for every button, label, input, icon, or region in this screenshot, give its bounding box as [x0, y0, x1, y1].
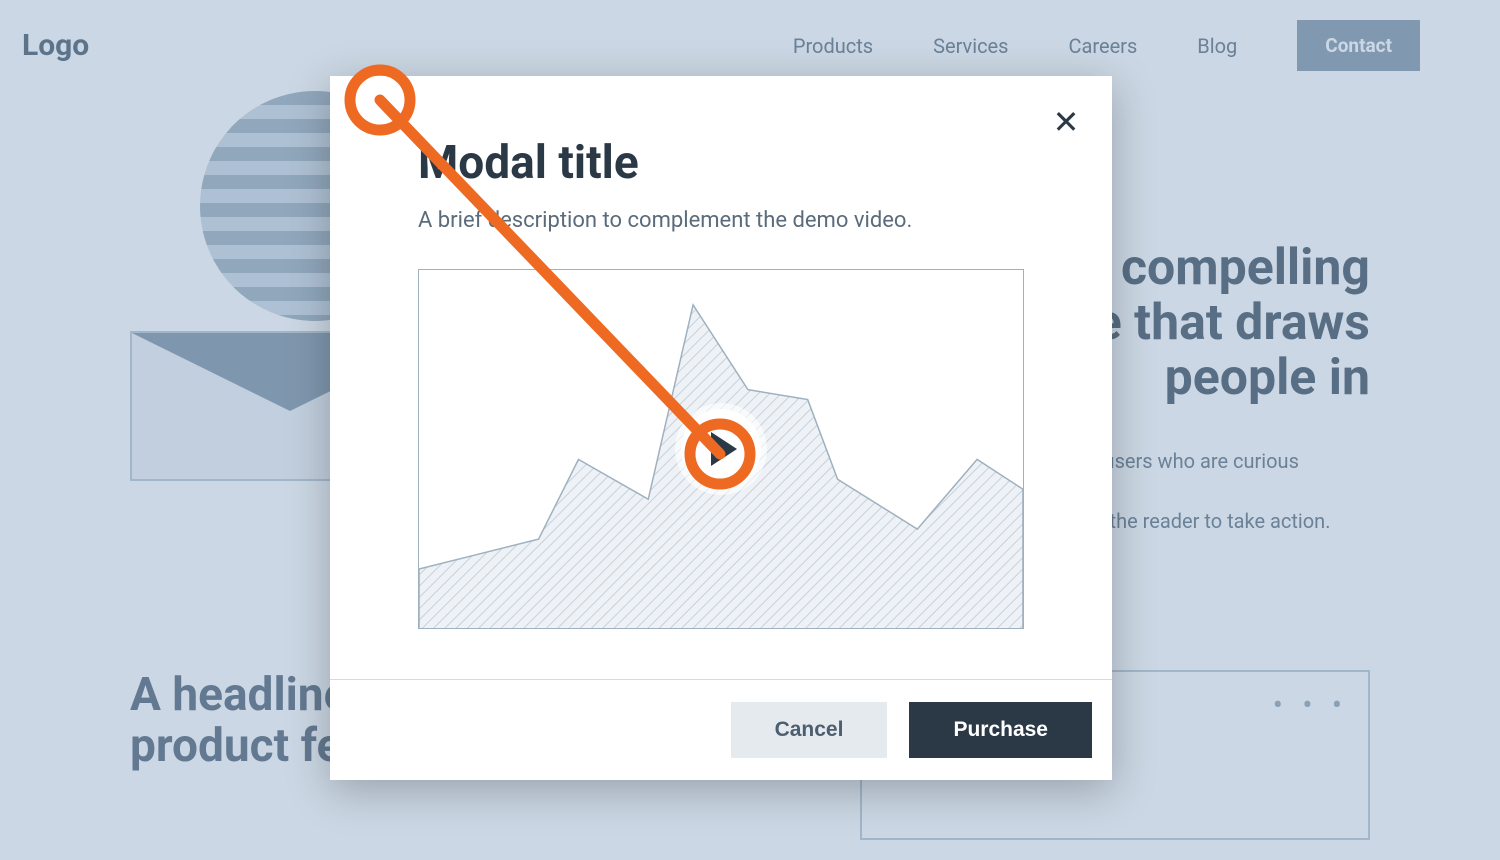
purchase-button[interactable]: Purchase [909, 702, 1092, 758]
modal-subtitle: A brief description to complement the de… [418, 208, 1024, 233]
video-modal: ✕ Modal title A brief description to com… [330, 76, 1112, 780]
video-thumbnail[interactable] [418, 269, 1024, 629]
modal-title: Modal title [418, 136, 1024, 190]
cancel-button[interactable]: Cancel [731, 702, 888, 758]
play-icon [711, 432, 737, 466]
modal-footer: Cancel Purchase [330, 679, 1112, 780]
close-icon[interactable]: ✕ [1048, 104, 1084, 140]
play-button[interactable] [681, 409, 761, 489]
